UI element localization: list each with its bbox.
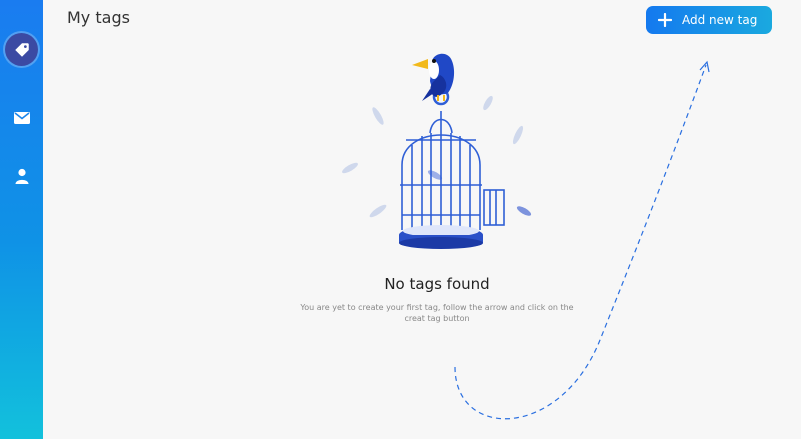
empty-state-title: No tags found xyxy=(384,275,490,293)
empty-birdcage-illustration xyxy=(342,53,532,249)
empty-state-description: You are yet to create your first tag, fo… xyxy=(300,303,574,323)
